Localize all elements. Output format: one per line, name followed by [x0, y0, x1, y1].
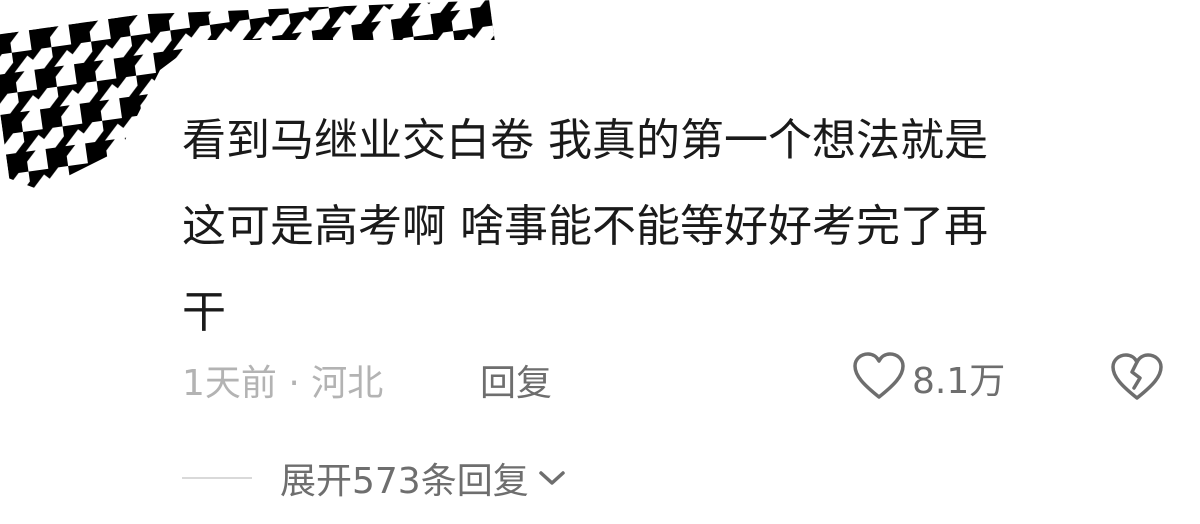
comment-line: 这可是高考啊 啥事能不能等好好考完了再	[182, 201, 988, 252]
reply-button[interactable]: 回复	[480, 354, 552, 406]
like-count: 8.1万	[912, 361, 1006, 402]
dislike-button[interactable]	[1110, 352, 1164, 406]
expand-replies-button[interactable]: 展开573条回复	[280, 452, 529, 504]
divider-line	[182, 477, 252, 479]
comment-meta-row: 1天前 · 河北 回复 8.1万	[0, 346, 1200, 410]
comment-line: 看到马继业交白卷 我真的第一个想法就是	[182, 115, 988, 166]
heart-outline-icon	[852, 351, 906, 405]
broken-heart-icon	[1110, 353, 1164, 406]
expand-replies-row[interactable]: 展开573条回复	[182, 448, 567, 508]
comment-text: 看到马继业交白卷 我真的第一个想法就是 这可是高考啊 啥事能不能等好好考完了再 …	[182, 98, 1172, 356]
comment-time-location: 1天前 · 河北	[182, 363, 384, 404]
chevron-down-icon[interactable]	[537, 468, 567, 488]
like-button[interactable]: 8.1万	[852, 350, 1005, 406]
comment-line: 干	[182, 287, 226, 338]
